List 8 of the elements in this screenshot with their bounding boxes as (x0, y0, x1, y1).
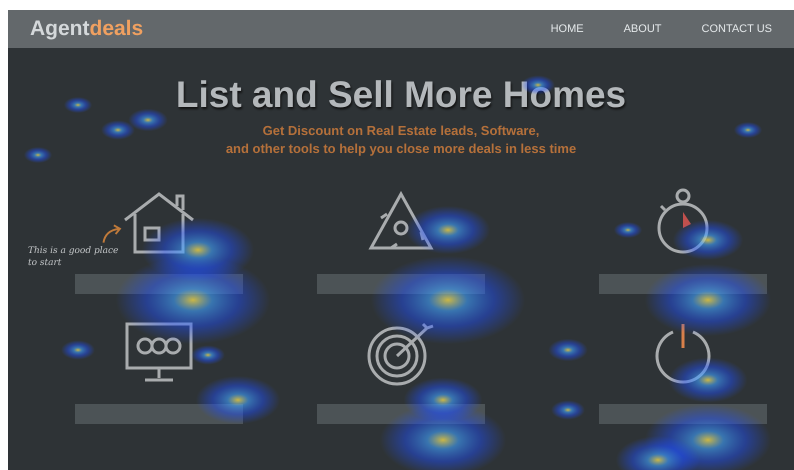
nav-link[interactable]: HOME (550, 23, 584, 35)
handwritten-note: This is a good place to start (28, 245, 120, 269)
hero-subtitle: Get Discount on Real Estate leads, Software, (262, 122, 540, 140)
hero-title: List and Sell More Homes (176, 74, 626, 116)
hero-subtitle: and other tools to help you close more deals in less time (226, 140, 576, 158)
nav-link[interactable]: CONTACT US (702, 23, 772, 35)
logo[interactable]: Agentdeals (30, 17, 144, 41)
nav-link[interactable]: ABOUT (624, 23, 662, 35)
